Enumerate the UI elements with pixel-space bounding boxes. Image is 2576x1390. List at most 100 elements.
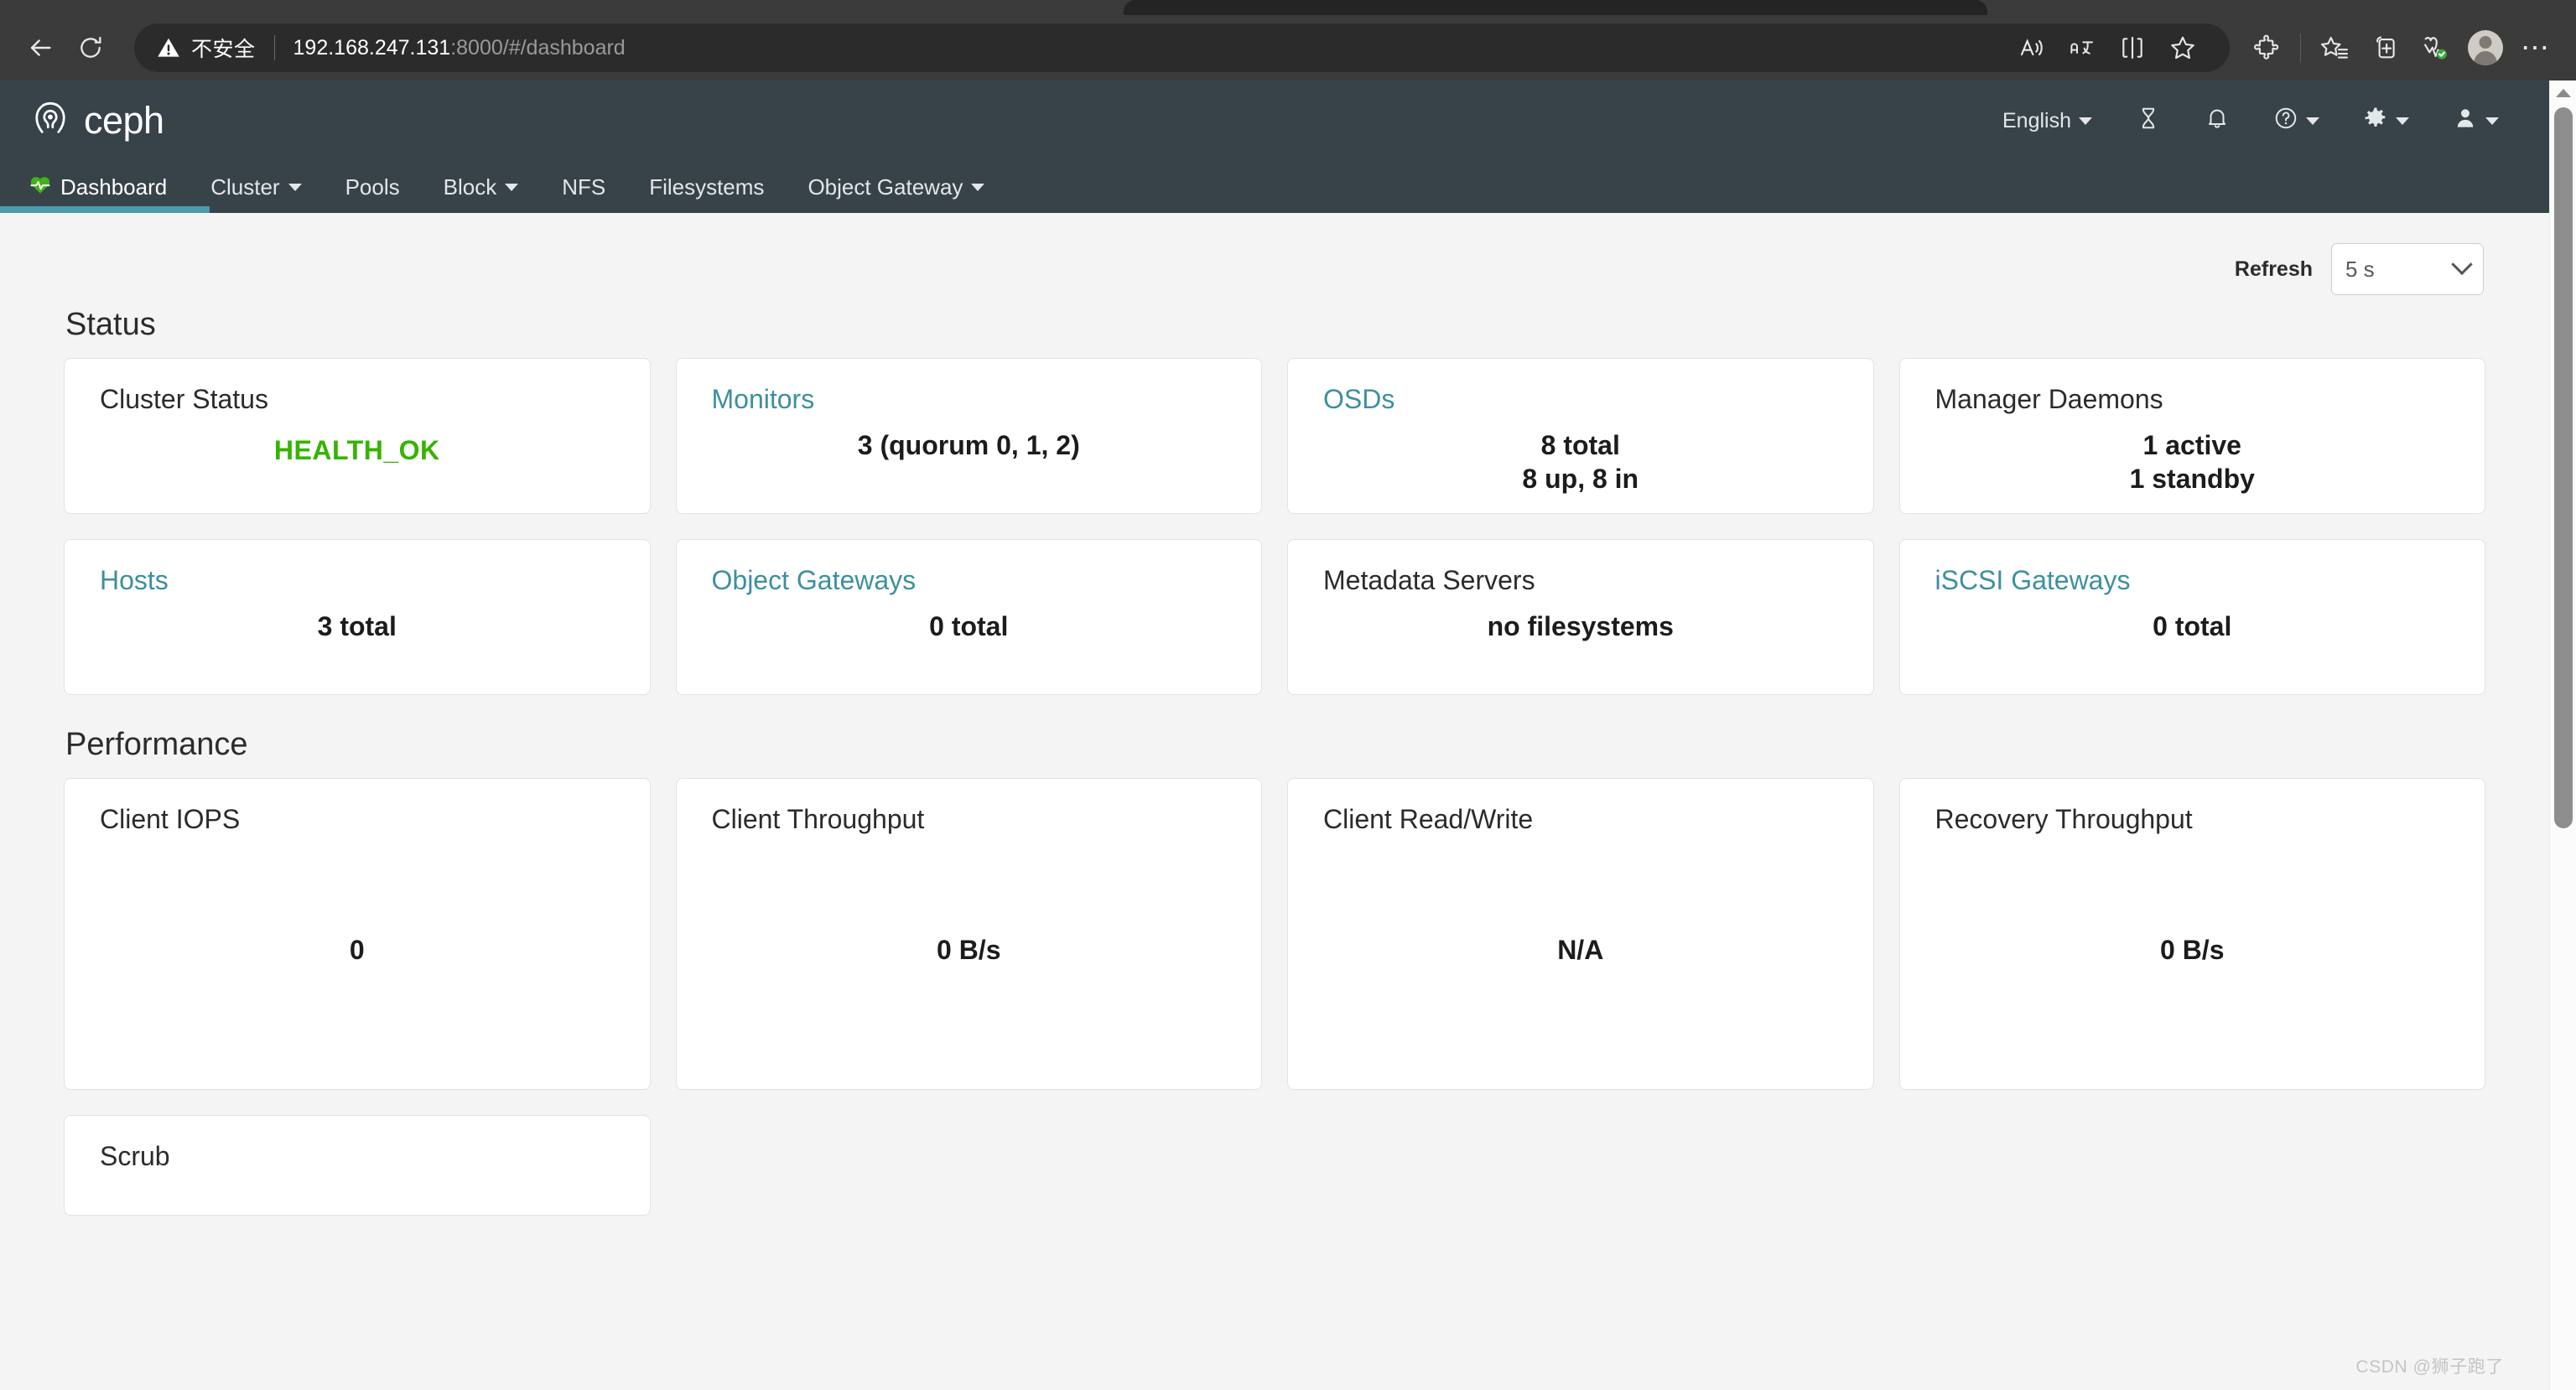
reload-button[interactable]	[65, 23, 116, 73]
user-icon	[2453, 106, 2478, 137]
card-body: HEALTH_OK	[100, 433, 615, 467]
card-body: no filesystems	[1323, 609, 1838, 643]
split-screen-icon[interactable]	[2107, 23, 2158, 73]
ceph-octopus-logo	[29, 97, 72, 145]
card-title: Cluster Status	[100, 384, 268, 414]
chevron-down-icon	[505, 183, 519, 191]
collections-icon[interactable]	[2309, 23, 2360, 73]
card-value: 3 total	[317, 611, 397, 641]
url-text[interactable]: 192.168.247.131:8000/#/dashboard	[293, 36, 626, 60]
card-osds: OSDs 8 total 8 up, 8 in	[1287, 358, 1874, 514]
refresh-label: Refresh	[2234, 257, 2313, 281]
card-title: Scrub	[100, 1141, 170, 1171]
address-bar[interactable]: 不安全 192.168.247.131:8000/#/dashboard	[134, 23, 2230, 72]
nav-label-pools: Pools	[345, 174, 400, 200]
brand[interactable]: ceph	[29, 97, 164, 145]
omnibox-divider	[273, 35, 275, 60]
back-button[interactable]	[15, 23, 65, 73]
add-tab-group-icon[interactable]	[2360, 23, 2410, 73]
browser-window: 不安全 192.168.247.131:8000/#/dashboard ⋯ c…	[0, 0, 2576, 1390]
nav-label-filesystems: Filesystems	[649, 174, 765, 200]
translate-icon[interactable]	[2057, 23, 2107, 73]
card-hosts: Hosts 3 total	[64, 539, 651, 695]
nav-item-nfs[interactable]: NFS	[540, 161, 627, 213]
chevron-down-icon	[288, 183, 302, 191]
nav-item-cluster[interactable]: Cluster	[189, 161, 323, 213]
nav-label-nfs: NFS	[562, 174, 606, 200]
card-body: 8 total 8 up, 8 in	[1323, 428, 1838, 495]
card-object-gateways: Object Gateways 0 total	[675, 539, 1262, 695]
card-title: Client IOPS	[100, 804, 241, 834]
card-title-link[interactable]: iSCSI Gateways	[1935, 565, 2450, 596]
card-value: 0 total	[2153, 611, 2232, 641]
security-label: 不安全	[191, 38, 256, 61]
warning-triangle-icon	[158, 38, 179, 57]
read-aloud-icon[interactable]	[2007, 23, 2057, 73]
security-indicator[interactable]: 不安全	[156, 33, 256, 63]
chevron-down-icon	[2079, 117, 2092, 125]
nav-item-block[interactable]: Block	[422, 161, 541, 213]
nav-item-filesystems[interactable]: Filesystems	[627, 161, 786, 213]
notifications-button[interactable]	[2183, 96, 2251, 146]
card-title: Metadata Servers	[1323, 565, 1535, 595]
task-queue-button[interactable]	[2114, 96, 2183, 146]
active-tab[interactable]	[1124, 0, 1987, 15]
avatar	[2468, 30, 2503, 65]
card-title-link[interactable]: Monitors	[712, 384, 1227, 415]
main-navigation: Dashboard Cluster Pools Block NFS Filesy…	[0, 161, 2549, 213]
chevron-down-icon	[2485, 117, 2499, 125]
nav-label-dashboard: Dashboard	[60, 174, 168, 200]
settings-menu[interactable]	[2341, 96, 2431, 146]
card-title-link[interactable]: Hosts	[100, 565, 615, 596]
card-client-throughput: Client Throughput 0 B/s	[675, 778, 1262, 1090]
nav-item-object-gateway[interactable]: Object Gateway	[786, 161, 1006, 213]
ceph-dashboard-app: ceph English Dashboard Cluster Pools Blo…	[0, 80, 2549, 1390]
profile-avatar-icon[interactable]	[2460, 23, 2511, 73]
card-client-iops: Client IOPS 0	[64, 778, 651, 1090]
refresh-interval-value: 5 s	[2345, 256, 2375, 282]
gear-icon	[2363, 106, 2388, 137]
watermark: CSDN @狮子跑了	[2355, 1357, 2504, 1377]
browser-essentials-icon[interactable]	[2410, 23, 2460, 73]
scrub-row: Scrub	[64, 1115, 2485, 1216]
card-manager-daemons: Manager Daemons 1 active 1 standby	[1898, 358, 2485, 514]
scroll-up-arrow[interactable]	[2550, 82, 2576, 104]
help-menu[interactable]	[2251, 96, 2341, 146]
card-title-link[interactable]: Object Gateways	[712, 565, 1227, 596]
card-body: 0	[100, 933, 615, 967]
card-cluster-status: Cluster Status HEALTH_OK	[64, 358, 651, 514]
chevron-down-icon	[971, 183, 985, 191]
url-path: :8000/#/dashboard	[450, 35, 626, 60]
nav-item-dashboard[interactable]: Dashboard	[0, 161, 189, 213]
card-value: 3 (quorum 0, 1, 2)	[857, 430, 1080, 460]
card-value: 0	[349, 934, 365, 965]
favorite-star-icon[interactable]	[2158, 23, 2208, 73]
settings-more-icon[interactable]: ⋯	[2511, 23, 2561, 73]
nav-label-cluster: Cluster	[210, 174, 280, 200]
card-body: 0 B/s	[1935, 933, 2450, 967]
card-title: Recovery Throughput	[1935, 804, 2193, 834]
card-body: 3 total	[100, 609, 615, 643]
status-section-title: Status	[65, 307, 156, 342]
ellipsis-glyph: ⋯	[2521, 32, 2551, 64]
card-title: Client Read/Write	[1323, 804, 1534, 834]
card-body: 0 total	[1935, 609, 2450, 643]
refresh-interval-select[interactable]: 5 s	[2331, 243, 2484, 295]
health-status-value: HEALTH_OK	[273, 435, 440, 465]
card-title-link[interactable]: OSDs	[1323, 384, 1838, 415]
nav-label-object-gateway: Object Gateway	[808, 174, 963, 200]
scrollbar-thumb[interactable]	[2554, 107, 2573, 828]
card-iscsi-gateways: iSCSI Gateways 0 total	[1898, 539, 2485, 695]
tab-strip-background	[0, 0, 1124, 15]
extensions-icon[interactable]	[2241, 23, 2292, 73]
card-metadata-servers: Metadata Servers no filesystems	[1287, 539, 1874, 695]
page-scrollbar[interactable]	[2549, 80, 2576, 1390]
bell-icon	[2205, 106, 2230, 137]
card-value: 0 total	[929, 611, 1009, 641]
language-selector[interactable]: English	[1981, 96, 2114, 146]
nav-item-pools[interactable]: Pools	[324, 161, 422, 213]
card-body: 0 B/s	[712, 933, 1227, 967]
dashboard-content: Refresh 5 s Status Cluster Status HEALTH…	[0, 213, 2549, 1390]
user-menu[interactable]	[2431, 96, 2521, 146]
card-value-2: 1 standby	[2129, 464, 2255, 494]
